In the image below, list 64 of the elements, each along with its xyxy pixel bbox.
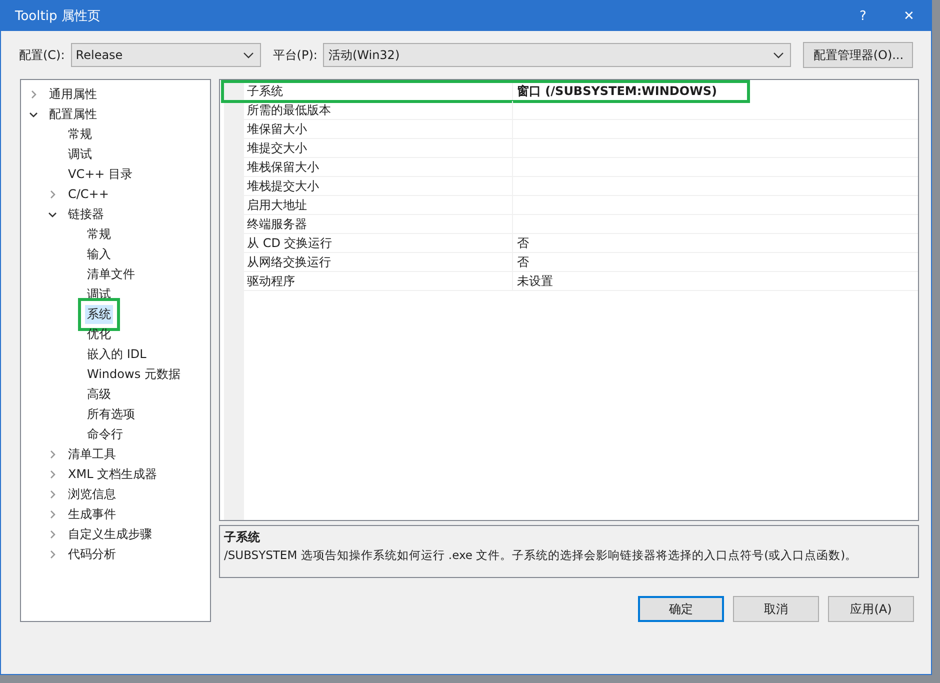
configuration-manager-button[interactable]: 配置管理器(O)... [803,42,914,68]
tree-item[interactable]: 系统 [85,304,113,324]
caret-icon [242,52,254,58]
description-text: /SUBSYSTEM 选项告知操作系统如何运行 .exe 文件。子系统的选择会影响链接器将选择的入口点符号(或入口点函数)。 [224,548,858,564]
property-name[interactable]: 堆提交大小 [243,139,513,158]
platform-label: 平台(P): [272,46,318,64]
property-name[interactable]: 所需的最低版本 [243,101,513,120]
property-value[interactable]: 否 [513,253,918,272]
tree-item[interactable]: Windows 元数据 [85,364,182,384]
tree-item[interactable]: 高级 [85,384,113,404]
tree-item[interactable]: 配置属性 [47,104,99,124]
dialog-button[interactable]: 确定 [638,596,724,622]
tree-item[interactable]: 命令行 [85,424,125,444]
property-value[interactable]: 否 [513,234,918,253]
chevron-right-icon[interactable] [48,550,57,558]
window-title: Tooltip 属性页 [15,8,102,25]
chevron-right-icon[interactable] [48,530,57,538]
chevron-right-icon[interactable] [48,470,57,478]
dialog-button[interactable]: 应用(A) [828,596,914,622]
tree-item[interactable]: 链接器 [66,204,106,224]
property-name[interactable]: 从网络交换运行 [243,253,513,272]
property-name[interactable]: 驱动程序 [243,272,513,291]
tree-item[interactable]: VC++ 目录 [66,164,135,184]
tree-item[interactable]: 清单工具 [66,444,118,464]
highlighted-property-row[interactable]: 子系统 窗口 (/SUBSYSTEM:WINDOWS) [223,82,748,101]
property-value[interactable]: 窗口 (/SUBSYSTEM:WINDOWS) [513,82,748,101]
chevron-down-icon[interactable] [29,110,38,118]
tree-item[interactable]: C/C++ [66,186,111,202]
property-name[interactable]: 子系统 [243,82,513,101]
tree-item[interactable]: 所有选项 [85,404,137,424]
chevron-right-icon[interactable] [48,490,57,498]
tree-item[interactable]: 常规 [85,224,113,244]
tree-item[interactable]: 生成事件 [66,504,118,524]
tree-item[interactable]: 通用属性 [47,84,99,104]
close-button[interactable]: ✕ [887,1,931,31]
description-title: 子系统 [224,529,261,546]
property-value[interactable]: 未设置 [513,272,918,291]
tree-item[interactable]: XML 文档生成器 [66,464,160,484]
tree-item[interactable]: 自定义生成步骤 [66,524,154,544]
configuration-label: 配置(C): [19,46,65,64]
chevron-right-icon[interactable] [48,190,57,198]
caret-icon [773,52,784,58]
tree-item[interactable]: 调试 [66,144,94,164]
chevron-right-icon[interactable] [48,510,57,518]
property-name[interactable]: 堆栈提交大小 [243,177,513,196]
chevron-right-icon[interactable] [48,450,57,458]
tree-item[interactable]: 浏览信息 [66,484,118,504]
tree-item[interactable]: 输入 [85,244,113,264]
property-name[interactable]: 堆保留大小 [243,120,513,139]
tree-item[interactable]: 代码分析 [66,544,118,564]
chevron-down-icon[interactable] [48,210,57,218]
property-name[interactable]: 终端服务器 [243,215,513,234]
tree-item[interactable]: 清单文件 [85,264,137,284]
help-button[interactable]: ? [841,1,885,31]
chevron-right-icon[interactable] [29,90,38,98]
tree-item[interactable]: 优化 [85,324,113,344]
platform-dropdown[interactable]: 活动(Win32) [323,43,792,67]
property-name[interactable]: 启用大地址 [243,196,513,215]
tree-item[interactable]: 常规 [66,124,94,144]
property-name[interactable]: 从 CD 交换运行 [243,234,513,253]
tree-item[interactable]: 嵌入的 IDL [85,344,148,364]
configuration-dropdown[interactable]: Release [70,43,261,67]
property-name[interactable]: 堆栈保留大小 [243,158,513,177]
dialog-button[interactable]: 取消 [733,596,819,622]
